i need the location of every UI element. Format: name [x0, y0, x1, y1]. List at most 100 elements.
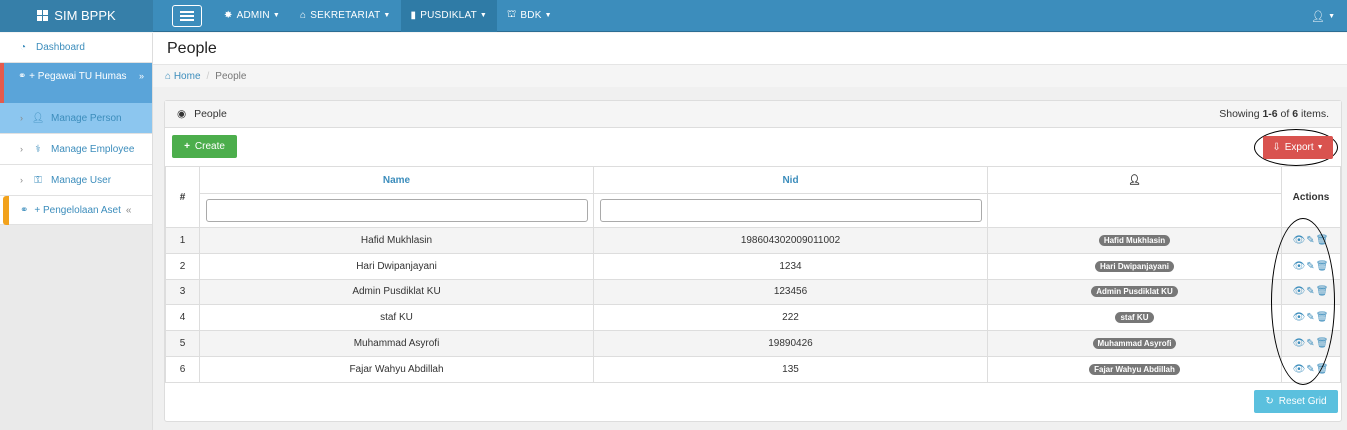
column-header-user: 👤︎	[987, 166, 1282, 194]
breadcrumb: ⌂ Home / People	[153, 65, 1347, 87]
user-icon: 👤︎	[31, 112, 45, 124]
caret-down-icon: ▼	[479, 12, 488, 19]
table-row: 1 Hafid Mukhlasin 198604302009011002 Hafid …	[165, 227, 1341, 254]
reset-grid-button[interactable]: ↻ Reset Grid	[1254, 390, 1338, 413]
nav-menu-pusdiklat[interactable]: ▮ PUSDIKLAT ▼	[400, 0, 498, 32]
group-accent	[3, 196, 9, 225]
nav-menu-label: SEKRETARIAT	[310, 10, 381, 21]
refresh-icon: ↻	[1265, 396, 1274, 407]
column-header-nid[interactable]: Nid	[593, 166, 988, 194]
row-name: Admin Pusdiklat KU	[199, 278, 594, 306]
panel-title: ◉ People	[177, 108, 227, 120]
row-nid: 135	[593, 355, 988, 383]
nav-menu-sekretariat[interactable]: ⌂ SEKRETARIAT ▼	[290, 0, 401, 32]
row-nid: 123456	[593, 278, 988, 306]
user-badge: Muhammad Asyrofi	[1092, 338, 1177, 350]
create-button-label: Create	[194, 141, 225, 152]
chevron-double-down-icon: »	[138, 71, 144, 81]
row-nid: 19890426	[593, 330, 988, 357]
row-number: 4	[165, 304, 200, 332]
row-user-cell: Admin Pusdiklat KU	[987, 278, 1282, 306]
grid-toolbar: + Create ⇩ Export ▼	[165, 128, 1341, 166]
breadcrumb-separator: /	[206, 70, 210, 82]
user-icon: 👤︎	[1128, 174, 1141, 186]
row-user-cell: staf KU	[987, 304, 1282, 332]
nav-menu-bdk[interactable]: ⛫ BDK ▼	[497, 0, 562, 32]
column-header-actions: Actions	[1281, 166, 1341, 228]
user-badge: Hari Dwipanjayani	[1095, 260, 1174, 272]
row-nid: 1234	[593, 252, 988, 280]
row-user-cell: Hari Dwipanjayani	[987, 252, 1282, 280]
user-badge: Admin Pusdiklat KU	[1091, 286, 1178, 298]
gear-icon: ✸	[224, 10, 233, 21]
row-name: Hari Dwipanjayani	[199, 252, 594, 280]
sidebar-group-pengelolaan-aset[interactable]: ⚭ + Pengelolaan Aset «	[0, 196, 152, 225]
main-content: People ⌂ Home / People ◉ People Showing …	[153, 33, 1347, 430]
sidebar-item-label: Manage Person	[51, 112, 122, 124]
column-header-name[interactable]: Name	[199, 166, 594, 194]
chevron-right-icon: ›	[20, 144, 23, 154]
row-name: staf KU	[199, 304, 594, 332]
export-icon: ⇩	[1272, 142, 1281, 153]
home-icon: ⌂	[165, 70, 172, 82]
nav-menu-admin[interactable]: ✸ ADMIN ▼	[214, 0, 290, 32]
user-badge: staf KU	[1115, 312, 1154, 324]
table-row: 4 staf KU 222 staf KU 👁︎✎🗑︎	[165, 304, 1341, 332]
caret-down-icon: ▼	[544, 12, 552, 19]
export-button[interactable]: ⇩ Export ▼	[1263, 136, 1333, 159]
th-large-icon	[37, 10, 49, 21]
actions-highlight-ellipse	[1271, 218, 1335, 385]
sidebar-item-label: Manage User	[51, 174, 112, 186]
name-filter-input[interactable]	[205, 199, 588, 222]
top-navbar: SIM BPPK ✸ ADMIN ▼ ⌂ SEKRETARIAT ▼ ▮ PUS…	[0, 0, 1347, 32]
chevron-double-left-icon: «	[125, 204, 132, 216]
filter-cell-user	[987, 193, 1282, 228]
breadcrumb-current: People	[215, 70, 247, 82]
create-button[interactable]: + Create	[172, 135, 237, 158]
nav-menu-label: PUSDIKLAT	[420, 10, 477, 21]
filter-cell-nid	[593, 193, 988, 228]
user-icon: 👤︎	[1311, 10, 1326, 23]
row-number: 3	[165, 278, 200, 306]
brand[interactable]: SIM BPPK	[0, 0, 153, 32]
sidebar-item-label: Dashboard	[36, 42, 85, 53]
summary-prefix: Showing	[1219, 108, 1263, 120]
sidebar-item-dashboard[interactable]: ◔ Dashboard	[0, 33, 152, 63]
row-name: Fajar Wahyu Abdillah	[199, 355, 594, 383]
sidebar-item-manage-employee[interactable]: › ⚕ Manage Employee	[0, 134, 152, 165]
row-user-cell: Muhammad Asyrofi	[987, 330, 1282, 357]
dashboard-icon: ◔	[20, 42, 27, 53]
caret-down-icon: ▼	[1328, 12, 1335, 20]
page-title: People	[153, 33, 1347, 65]
sidebar-item-manage-user[interactable]: › ⚿ Manage User	[0, 165, 152, 196]
filter-cell-name	[199, 193, 594, 228]
panel-title-label: People	[194, 108, 227, 120]
link-icon: ⚭	[20, 204, 29, 216]
user-menu[interactable]: 👤︎ ▼	[1311, 0, 1335, 32]
home-icon: ⌂	[299, 10, 307, 21]
summary-mid: of	[1277, 108, 1293, 120]
row-number: 6	[165, 355, 200, 383]
row-name: Muhammad Asyrofi	[199, 330, 594, 357]
sidebar-group-pegawai-tu-humas[interactable]: ⚭ + Pegawai TU Humas »	[0, 63, 152, 103]
sidebar: ◔ Dashboard ⚭ + Pegawai TU Humas » › 👤︎ …	[0, 33, 153, 430]
grid-summary: Showing 1-6 of 6 items.	[1219, 108, 1329, 120]
user-md-icon: ⚕	[35, 143, 41, 155]
nid-filter-input[interactable]	[599, 199, 982, 222]
reset-grid-label: Reset Grid	[1278, 396, 1327, 407]
nav-menu-label: ADMIN	[236, 10, 270, 21]
sidebar-toggle-button[interactable]	[172, 4, 202, 27]
user-badge: Fajar Wahyu Abdillah	[1089, 363, 1180, 375]
sidebar-item-manage-person[interactable]: › 👤︎ Manage Person	[0, 103, 152, 134]
export-button-label: Export	[1284, 142, 1314, 153]
sidebar-group-label: + Pegawai TU Humas	[29, 71, 127, 82]
link-icon: ⚭	[18, 71, 30, 82]
table-row: 3 Admin Pusdiklat KU 123456 Admin Pusdiklat…	[165, 278, 1341, 306]
globe-icon: ◉	[177, 108, 187, 120]
nav-menu-label: BDK	[520, 10, 542, 21]
breadcrumb-home-link[interactable]: ⌂ Home	[165, 71, 201, 82]
sidebar-item-label: Manage Employee	[51, 143, 135, 155]
brand-label: SIM BPPK	[54, 8, 116, 23]
group-accent	[0, 63, 4, 103]
row-number: 5	[165, 330, 200, 357]
